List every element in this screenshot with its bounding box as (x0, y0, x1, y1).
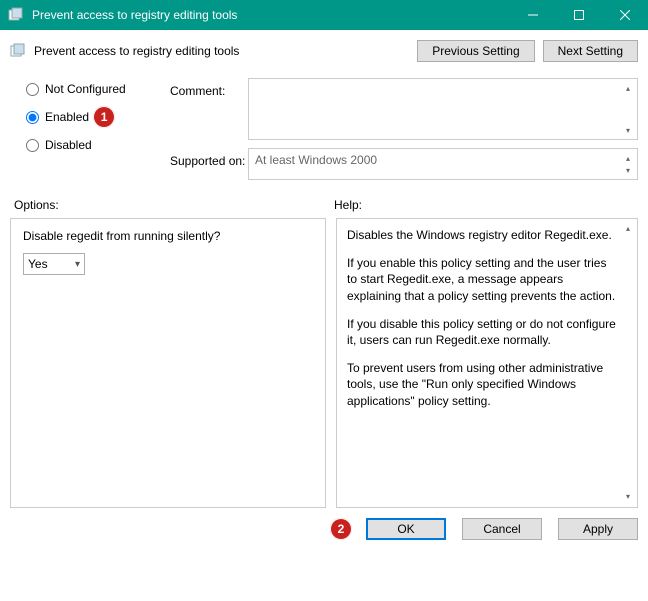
minimize-button[interactable] (510, 0, 556, 30)
options-label: Options: (10, 198, 330, 212)
radio-disabled-input[interactable] (26, 139, 39, 152)
window-title: Prevent access to registry editing tools (32, 8, 510, 22)
next-setting-button[interactable]: Next Setting (543, 40, 638, 62)
titlebar: Prevent access to registry editing tools (0, 0, 648, 30)
supported-on-textbox: At least Windows 2000 ▴ ▾ (248, 148, 638, 180)
annotation-badge-1: 1 (93, 106, 115, 128)
radio-enabled-label: Enabled (45, 110, 89, 124)
radio-not-configured[interactable]: Not Configured (10, 82, 170, 96)
annotation-badge-2: 2 (330, 518, 352, 540)
radio-disabled[interactable]: Disabled (10, 138, 170, 152)
option-disable-silent-select[interactable]: Yes ▾ (23, 253, 85, 275)
policy-title: Prevent access to registry editing tools (34, 44, 409, 58)
option-disable-silent-value: Yes (28, 257, 48, 271)
radio-not-configured-input[interactable] (26, 83, 39, 96)
radio-enabled-input[interactable] (26, 111, 39, 124)
comment-label: Comment: (170, 78, 248, 140)
supported-on-label: Supported on: (170, 148, 248, 168)
scroll-up-icon[interactable]: ▴ (621, 222, 635, 236)
help-label: Help: (330, 198, 638, 212)
ok-button[interactable]: OK (366, 518, 446, 540)
scroll-up-icon[interactable]: ▴ (621, 81, 635, 95)
help-text: Disables the Windows registry editor Reg… (347, 227, 619, 243)
maximize-button[interactable] (556, 0, 602, 30)
chevron-down-icon: ▾ (75, 259, 80, 270)
help-text: If you disable this policy setting or do… (347, 316, 619, 348)
policy-icon (8, 7, 24, 23)
help-panel: Disables the Windows registry editor Reg… (336, 218, 638, 508)
radio-disabled-label: Disabled (45, 138, 92, 152)
comment-textbox[interactable]: ▴ ▾ (248, 78, 638, 140)
help-text: If you enable this policy setting and th… (347, 255, 619, 304)
help-text: To prevent users from using other admini… (347, 360, 619, 409)
radio-not-configured-label: Not Configured (45, 82, 126, 96)
previous-setting-button[interactable]: Previous Setting (417, 40, 534, 62)
radio-enabled[interactable]: Enabled 1 (10, 106, 170, 128)
cancel-button[interactable]: Cancel (462, 518, 542, 540)
supported-on-value: At least Windows 2000 (255, 153, 377, 167)
scroll-down-icon[interactable]: ▾ (621, 123, 635, 137)
policy-icon (10, 43, 26, 59)
scroll-down-icon[interactable]: ▾ (621, 163, 635, 177)
apply-button[interactable]: Apply (558, 518, 638, 540)
close-button[interactable] (602, 0, 648, 30)
scroll-down-icon[interactable]: ▾ (621, 490, 635, 504)
option-disable-silent-label: Disable regedit from running silently? (23, 229, 313, 243)
options-panel: Disable regedit from running silently? Y… (10, 218, 326, 508)
